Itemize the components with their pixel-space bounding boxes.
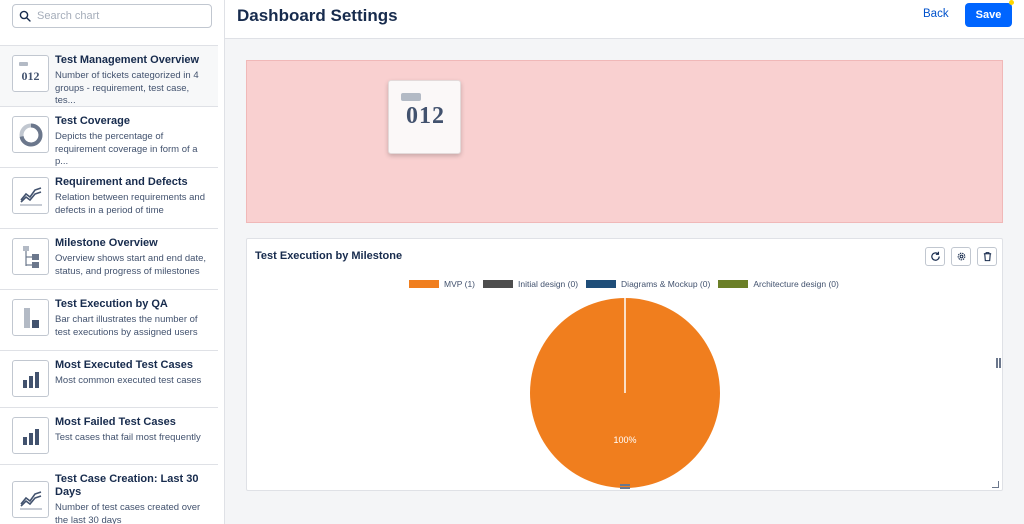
back-link[interactable]: Back: [923, 8, 949, 20]
chart-item-desc: Number of test cases created over the la…: [55, 502, 201, 524]
resize-handle-right[interactable]: [996, 358, 1002, 368]
chart-item-test-coverage[interactable]: Test Coverage Depicts the percentage of …: [0, 106, 218, 167]
chart-item-title: Test Execution by QA: [55, 298, 168, 310]
widget-drop-zone[interactable]: 012: [246, 60, 1003, 223]
page-header: Dashboard Settings Back Save: [225, 0, 1024, 39]
chart-item-desc: Relation between requirements and defect…: [55, 192, 205, 216]
chart-item-title: Most Executed Test Cases: [55, 359, 193, 371]
legend-item[interactable]: Initial design (0): [483, 279, 578, 289]
search-box[interactable]: [12, 4, 212, 28]
widget-title: Test Execution by Milestone: [255, 250, 403, 262]
pie-data-label: 100%: [613, 435, 636, 445]
chart-item-title: Test Management Overview: [55, 54, 200, 66]
legend-label: Initial design (0): [518, 279, 579, 289]
gear-icon: [957, 252, 965, 261]
page-title: Dashboard Settings: [237, 6, 398, 25]
delete-button[interactable]: [977, 247, 997, 266]
chart-item-title: Test Coverage: [55, 115, 130, 127]
legend-swatch: [483, 280, 514, 288]
dragged-chart-card[interactable]: 012: [388, 80, 461, 154]
chart-item-test-management-overview[interactable]: 012 Test Management Overview Number of t…: [0, 45, 218, 106]
legend-label: Diagrams & Mockup (0): [621, 279, 711, 289]
save-button[interactable]: Save: [965, 3, 1012, 27]
bar-chart-icon: [12, 360, 49, 397]
chart-legend: MVP (1) Initial design (0) Diagrams & Mock…: [409, 279, 847, 289]
chart-item-most-failed-test-cases[interactable]: Most Failed Test Cases Test cases that f…: [0, 407, 218, 464]
chart-item-desc: Bar chart illustrates the number of test…: [55, 314, 198, 338]
chart-item-most-executed-test-cases[interactable]: Most Executed Test Cases Most common exe…: [0, 350, 218, 407]
resize-handle-corner[interactable]: [992, 481, 999, 488]
tree-chart-icon: [12, 238, 49, 275]
search-input[interactable]: [37, 10, 207, 22]
legend-item[interactable]: Architecture design (0): [718, 279, 839, 289]
thumb-counter-text: 012: [21, 69, 40, 83]
chart-item-test-case-creation[interactable]: Test Case Creation: Last 30 Days Number …: [0, 464, 218, 524]
chart-item-desc: Depicts the percentage of requirement co…: [55, 131, 198, 167]
line-chart-icon: [12, 481, 49, 518]
bar-chart-icon: [12, 417, 49, 454]
legend-swatch: [718, 280, 749, 288]
chart-item-title: Test Case Creation: Last 30 Days: [55, 473, 199, 498]
chart-item-milestone-overview[interactable]: Milestone Overview Overview shows start …: [0, 228, 218, 289]
stacked-bar-icon: [12, 299, 49, 336]
chart-item-test-execution-by-qa[interactable]: Test Execution by QA Bar chart illustrat…: [0, 289, 218, 350]
drag-card-counter-text: 012: [406, 103, 445, 129]
legend-item[interactable]: Diagrams & Mockup (0): [586, 279, 710, 289]
chart-item-title: Most Failed Test Cases: [55, 416, 176, 428]
notification-dot: [1009, 0, 1014, 5]
legend-swatch: [586, 280, 617, 288]
chart-item-desc: Most common executed test cases: [55, 375, 202, 386]
refresh-button[interactable]: [925, 247, 945, 266]
settings-button[interactable]: [951, 247, 971, 266]
chart-sidebar: 012 Test Management Overview Number of t…: [0, 0, 225, 524]
chart-list: 012 Test Management Overview Number of t…: [0, 45, 218, 524]
legend-item[interactable]: MVP (1): [409, 279, 475, 289]
trash-icon: [983, 252, 991, 262]
chart-item-requirement-and-defects[interactable]: Requirement and Defects Relation between…: [0, 167, 218, 228]
legend-label: Architecture design (0): [753, 279, 839, 289]
counter-icon: 012: [12, 55, 49, 92]
resize-handle-bottom[interactable]: [620, 484, 630, 490]
chart-widget: Test Execution by Milestone MVP (1) Initi…: [246, 238, 1003, 491]
chart-item-title: Requirement and Defects: [55, 176, 188, 188]
chart-item-title: Milestone Overview: [55, 237, 158, 249]
chart-item-desc: Number of tickets categorized in 4 group…: [55, 70, 199, 106]
card-bar: [401, 93, 421, 101]
search-icon: [19, 10, 31, 22]
legend-label: MVP (1): [444, 279, 476, 289]
legend-swatch: [409, 280, 439, 288]
donut-chart-icon: [12, 116, 49, 153]
pie-chart: 100%: [529, 297, 721, 489]
line-chart-icon: [12, 177, 49, 214]
chart-item-desc: Overview shows start and end date, statu…: [55, 253, 207, 277]
chart-item-desc: Test cases that fail most frequently: [55, 432, 201, 443]
refresh-icon: [930, 251, 940, 261]
